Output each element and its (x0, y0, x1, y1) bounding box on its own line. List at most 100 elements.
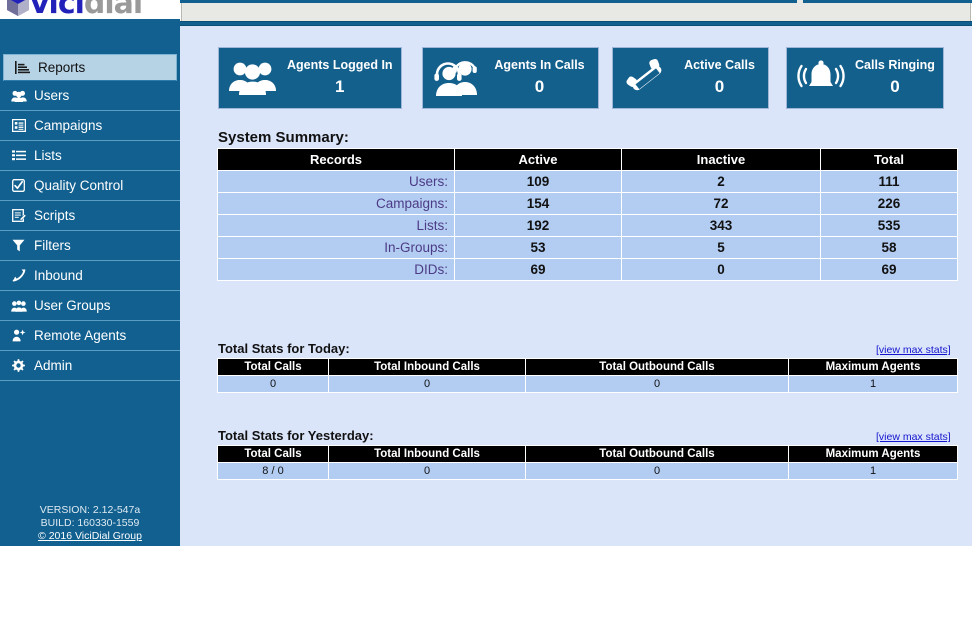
kpi-card-label: Calls Ringing (855, 57, 935, 72)
sidebar-item-scripts[interactable]: Scripts (0, 201, 180, 231)
kpi-card-label: Agents In Calls (494, 57, 585, 72)
remote-agent-icon (9, 328, 28, 344)
kpi-card-label: Agents Logged In (287, 57, 393, 72)
people-group-icon (219, 58, 287, 98)
kpi-card-active-calls[interactable]: Active Calls 0 (612, 47, 769, 109)
sidebar-item-users[interactable]: Users (0, 81, 180, 111)
stat-value: 1 (789, 376, 957, 392)
browser-toolbar-strip (181, 3, 971, 21)
kpi-card-body: Calls Ringing 0 (855, 57, 945, 100)
column-header: Total Inbound Calls (329, 359, 525, 375)
phone-handset-icon (613, 58, 681, 98)
sidebar-item-remote-agents[interactable]: Remote Agents (0, 321, 180, 351)
vicidial-logo[interactable]: vicidial (0, 0, 180, 19)
table-row: Users: 109 2 111 (218, 171, 957, 192)
system-summary-heading: System Summary: (218, 129, 349, 146)
user-groups-icon (9, 298, 28, 314)
vicidial-hex-icon (7, 0, 29, 16)
sidebar-item-filters[interactable]: Filters (0, 231, 180, 261)
sidebar-item-admin[interactable]: Admin (0, 351, 180, 381)
logo-text-dial: dial (83, 0, 143, 19)
lists-icon (9, 148, 28, 164)
sidebar-item-label: Users (34, 87, 70, 103)
table-row: Campaigns: 154 72 226 (218, 193, 957, 214)
column-header: Inactive (622, 149, 820, 170)
stat-value: 1 (789, 463, 957, 479)
version-text: VERSION: 2.12-547a (39, 504, 141, 516)
kpi-card-calls-ringing[interactable]: Calls Ringing 0 (786, 47, 944, 109)
table-header-row: Total Calls Total Inbound Calls Total Outb… (218, 446, 957, 462)
cell-inactive: 5 (622, 237, 820, 258)
cell-inactive: 2 (622, 171, 820, 192)
cell-active: 69 (455, 259, 621, 280)
kpi-card-value: 0 (714, 76, 725, 96)
stat-value: 0 (526, 463, 788, 479)
campaigns-list-icon (9, 118, 28, 134)
sidebar-item-user-groups[interactable]: User Groups (0, 291, 180, 321)
kpi-card-value: 0 (890, 76, 900, 96)
kpi-card-row: Agents Logged In 1 Agents In Calls 0 Active … (218, 47, 944, 109)
column-header: Maximum Agents (789, 446, 957, 462)
stats-today-heading: Total Stats for Today: (218, 341, 350, 356)
sidebar-item-inbound[interactable]: Inbound (0, 261, 180, 291)
stat-value: 0 (329, 463, 525, 479)
sidebar-item-quality-control[interactable]: Quality Control (0, 171, 180, 201)
sidebar-item-lists[interactable]: Lists (0, 141, 180, 171)
cell-active: 192 (455, 215, 621, 236)
view-max-stats-today-link[interactable]: [view max stats] (876, 344, 951, 356)
sidebar-item-label: Reports (38, 59, 86, 75)
cell-active: 109 (455, 171, 621, 192)
cell-label: DIDs: (218, 259, 454, 280)
cell-active: 154 (455, 193, 621, 214)
kpi-card-value: 1 (335, 76, 345, 96)
stats-yesterday-heading: Total Stats for Yesterday: (218, 428, 374, 443)
build-text: BUILD: 160330-1559 (40, 517, 140, 529)
cell-label: Lists: (218, 215, 454, 236)
sidebar-item-reports[interactable]: Reports (3, 54, 177, 81)
cell-inactive: 343 (622, 215, 820, 236)
script-edit-icon (9, 208, 28, 224)
kpi-card-body: Active Calls 0 (681, 57, 768, 100)
sidebar-item-label: Quality Control (34, 177, 124, 193)
cell-label: Campaigns: (218, 193, 454, 214)
sidebar-nav: Reports Users Campaigns Lists Quality Contro… (0, 54, 180, 381)
sidebar-item-campaigns[interactable]: Campaigns (0, 111, 180, 141)
stat-value: 0 (218, 376, 328, 392)
sidebar-item-label: Campaigns (34, 117, 103, 133)
users-icon (9, 88, 28, 104)
table-row: 8 / 0001 (218, 463, 957, 479)
funnel-icon (9, 238, 28, 254)
stats-yesterday-table: Total Calls Total Inbound Calls Total Outb… (217, 445, 958, 480)
cell-total: 226 (821, 193, 957, 214)
column-header: Records (218, 149, 454, 170)
system-summary-table: Records Active Inactive Total Users: 109 2 111… (217, 148, 958, 281)
cell-total: 58 (821, 237, 957, 258)
table-row: In-Groups: 53 5 58 (218, 237, 957, 258)
kpi-card-label: Active Calls (684, 57, 755, 72)
logo-text-vici: vici (30, 0, 85, 19)
stats-today-table: Total Calls Total Inbound Calls Total Outb… (217, 358, 958, 393)
sidebar: vicidial Reports Users Campaigns Lists Quali… (0, 0, 180, 546)
copyright-link[interactable]: © 2016 ViciDial Group (0, 530, 180, 543)
cell-label: Users: (218, 171, 454, 192)
ringing-bell-icon (787, 58, 855, 98)
headset-agents-icon (423, 58, 491, 98)
cell-total: 69 (821, 259, 957, 280)
cell-total: 535 (821, 215, 957, 236)
cell-label: In-Groups: (218, 237, 454, 258)
kpi-card-agents-logged-in[interactable]: Agents Logged In 1 (218, 47, 402, 109)
sidebar-item-label: Inbound (34, 267, 83, 283)
column-header: Total Outbound Calls (526, 359, 788, 375)
kpi-card-agents-in-calls[interactable]: Agents In Calls 0 (422, 47, 599, 109)
stat-value: 0 (329, 376, 525, 392)
column-header: Total Calls (218, 359, 328, 375)
checkbox-icon (9, 178, 28, 194)
table-row: 0001 (218, 376, 957, 392)
table-header-row: Records Active Inactive Total (218, 149, 957, 170)
view-max-stats-yesterday-link[interactable]: [view max stats] (876, 431, 951, 443)
cell-active: 53 (455, 237, 621, 258)
sidebar-item-label: Filters (34, 237, 71, 253)
column-header: Maximum Agents (789, 359, 957, 375)
column-header: Total Outbound Calls (526, 446, 788, 462)
sidebar-item-label: Scripts (34, 207, 76, 223)
